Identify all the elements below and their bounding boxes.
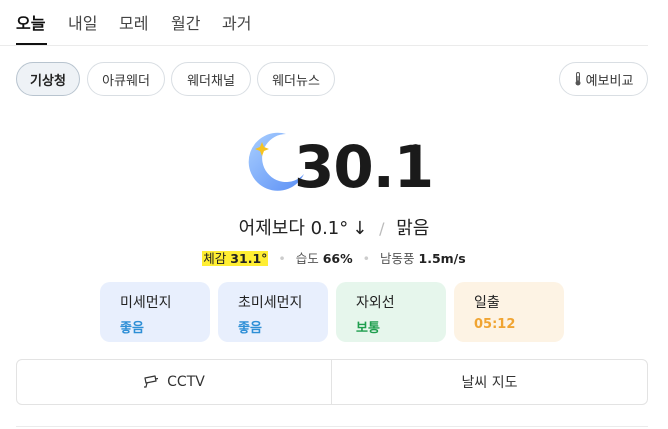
compare-text: 어제보다	[238, 218, 305, 239]
feels-like-label: 체감	[203, 251, 227, 266]
tab-day-after-tomorrow[interactable]: 모레	[119, 10, 148, 34]
forecast-compare-label: 예보비교	[585, 73, 634, 89]
bottom-button-row: CCTV 날씨 지도	[16, 359, 648, 405]
wind-value: 1.5m/s	[418, 251, 466, 266]
card-label: 자외선	[356, 295, 395, 311]
card-value: 05:12	[474, 317, 516, 332]
card-label: 초미세먼지	[238, 295, 303, 311]
dot-separator: •	[278, 251, 286, 266]
card-value: 좋음	[238, 321, 262, 336]
cctv-camera-icon	[144, 375, 159, 388]
weather-details: 체감 31.1° • 습도 66% • 남동풍 1.5m/s	[0, 248, 668, 267]
source-chip-label: 웨더뉴스	[272, 73, 320, 89]
card-ultrafine-dust[interactable]: 초미세먼지 좋음	[218, 282, 328, 342]
tab-today[interactable]: 오늘	[16, 10, 45, 34]
yesterday-comparison: 어제보다 0.1° ↓ / 맑음	[0, 214, 668, 240]
card-uv-index[interactable]: 자외선 보통	[336, 282, 446, 342]
card-fine-dust[interactable]: 미세먼지 좋음	[100, 282, 210, 342]
down-arrow-icon: ↓	[352, 218, 368, 239]
feels-like-value: 31.1°	[230, 251, 268, 266]
wind-label: 남동풍	[380, 251, 415, 266]
source-chip-kma[interactable]: 기상청	[16, 62, 80, 96]
tab-past[interactable]: 과거	[222, 10, 251, 34]
dot-separator: •	[362, 251, 371, 266]
tab-monthly[interactable]: 월간	[171, 10, 200, 34]
degree-symbol: °	[408, 140, 423, 175]
weather-map-label: 날씨 지도	[461, 375, 518, 391]
feels-like-highlight: 체감 31.1°	[202, 251, 269, 266]
source-chip-weatherchannel[interactable]: 웨더채널	[171, 62, 251, 96]
source-chip-weathernews[interactable]: 웨더뉴스	[257, 62, 335, 96]
tab-tomorrow[interactable]: 내일	[68, 10, 97, 34]
humidity-label: 습도	[295, 251, 319, 266]
card-value: 좋음	[120, 321, 144, 336]
weather-map-button[interactable]: 날씨 지도	[332, 360, 647, 404]
weather-condition: 맑음	[396, 218, 430, 239]
card-label: 일출	[474, 295, 500, 311]
source-chip-accuweather[interactable]: 아큐웨더	[87, 62, 165, 96]
card-value: 보통	[356, 321, 380, 336]
cctv-button[interactable]: CCTV	[17, 360, 331, 404]
source-chip-label: 기상청	[30, 73, 66, 89]
thermometer-icon	[575, 72, 581, 86]
section-divider	[16, 426, 648, 427]
active-tab-indicator	[16, 43, 47, 45]
cctv-label: CCTV	[167, 374, 205, 390]
compare-value: 0.1°	[310, 218, 349, 239]
card-label: 미세먼지	[120, 295, 172, 311]
source-chip-label: 웨더채널	[187, 73, 235, 89]
separator: /	[379, 219, 385, 238]
source-chip-label: 아큐웨더	[102, 73, 150, 89]
day-tabs: 오늘 내일 모레 월간 과거	[0, 0, 648, 46]
humidity-value: 66%	[322, 251, 353, 266]
forecast-compare-button[interactable]: 예보비교	[559, 62, 648, 96]
card-sunrise[interactable]: 일출 05:12	[454, 282, 564, 342]
